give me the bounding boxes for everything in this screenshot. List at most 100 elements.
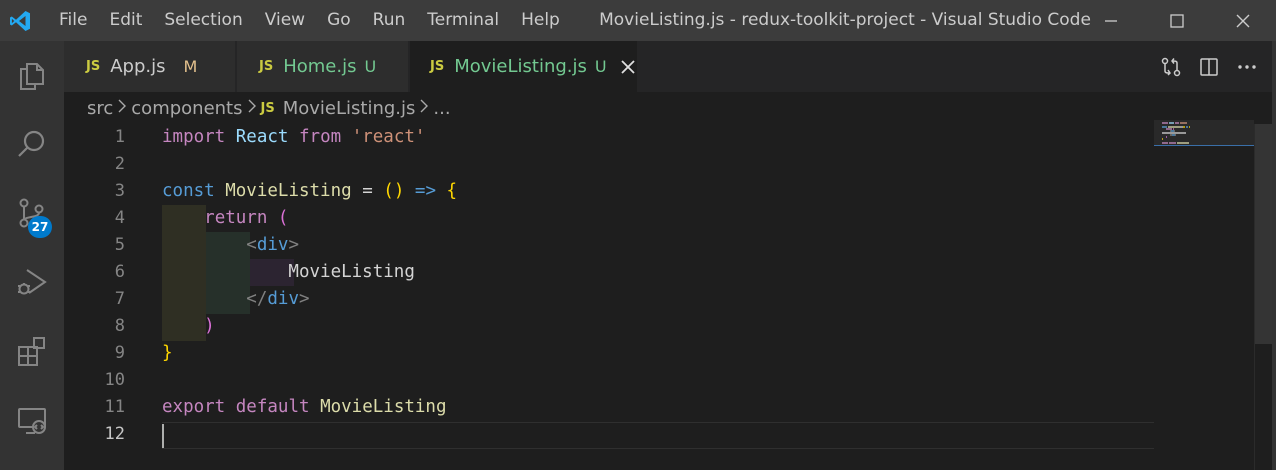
more-actions-icon[interactable]	[1228, 48, 1266, 86]
menu-item-view[interactable]: View	[254, 0, 316, 41]
code-line[interactable]: 3 const MovieListing = () => {	[64, 178, 1154, 205]
tab-status-modified: M	[183, 57, 198, 76]
line-number: 6	[114, 262, 125, 282]
open-changes-icon[interactable]	[1152, 48, 1190, 86]
code-editor[interactable]: 1 import React from 'react' 2 3 const MovieL…	[64, 124, 1254, 470]
minimap-slider[interactable]	[1154, 120, 1254, 146]
line-number: 8	[114, 316, 125, 336]
run-debug-icon[interactable]	[0, 252, 64, 312]
code-text: }	[162, 340, 173, 367]
breadcrumb-item-components[interactable]: components	[131, 98, 242, 119]
code-token: React	[235, 127, 289, 147]
maximize-icon[interactable]	[1144, 0, 1210, 41]
breadcrumb-item-symbols[interactable]: ...	[433, 98, 450, 119]
tab-status-untracked: U	[594, 57, 607, 76]
tab-home-js[interactable]: JS Home.js U	[237, 41, 409, 92]
code-token: return	[204, 208, 268, 228]
code-token: MovieListing	[225, 181, 352, 201]
menu-item-run[interactable]: Run	[362, 0, 417, 41]
line-number: 12	[104, 424, 125, 444]
window-controls	[1078, 0, 1276, 41]
line-number: 3	[114, 181, 125, 201]
menu-item-go[interactable]: Go	[316, 0, 362, 41]
code-line[interactable]: 8 )	[64, 313, 1154, 340]
code-line[interactable]: 2	[64, 151, 1154, 178]
menu-item-file[interactable]: File	[48, 0, 98, 41]
source-control-badge: 27	[28, 216, 52, 238]
search-icon[interactable]	[0, 114, 64, 174]
close-tab-icon[interactable]	[619, 58, 637, 76]
minimize-icon[interactable]	[1078, 0, 1144, 41]
vertical-scrollbar[interactable]	[1254, 124, 1272, 470]
chevron-right-icon	[247, 98, 257, 118]
explorer-icon[interactable]	[0, 45, 64, 105]
line-number: 7	[114, 289, 125, 309]
code-token: {	[446, 181, 458, 201]
code-token: =>	[414, 181, 436, 201]
code-token: ()	[383, 181, 405, 201]
code-text: export default MovieListing	[162, 394, 447, 421]
close-icon[interactable]	[1210, 0, 1276, 41]
code-token: (	[277, 208, 289, 228]
tab-movielisting-js[interactable]: JS MovieListing.js U	[410, 41, 638, 92]
menu-item-selection[interactable]: Selection	[153, 0, 253, 41]
code-token: >	[298, 289, 310, 309]
split-editor-icon[interactable]	[1190, 48, 1228, 86]
minimap[interactable]	[1154, 92, 1254, 470]
menu-item-terminal[interactable]: Terminal	[416, 0, 510, 41]
scrollbar-thumb[interactable]	[1255, 124, 1272, 344]
code-line[interactable]: 11 export default MovieListing	[64, 394, 1154, 421]
activity-bar: 27	[0, 41, 64, 470]
code-line[interactable]: 5 <div>	[64, 232, 1154, 259]
code-line[interactable]: 6 MovieListing	[64, 259, 1154, 286]
code-line[interactable]: 9}	[64, 340, 1154, 367]
chevron-right-icon	[117, 98, 127, 118]
tab-label: MovieListing.js	[454, 56, 587, 77]
code-line[interactable]: 1 import React from 'react'	[64, 124, 1154, 151]
code-line[interactable]: 4 return (	[64, 205, 1154, 232]
chevron-right-icon	[419, 98, 429, 118]
tab-status-untracked: U	[364, 57, 377, 76]
code-text: )	[162, 313, 215, 340]
js-file-icon: JS	[86, 59, 101, 74]
title-bar: File Edit Selection View Go Run Terminal Help M…	[0, 0, 1276, 41]
tab-app-js[interactable]: JS App.js M	[64, 41, 236, 92]
menu-item-edit[interactable]: Edit	[98, 0, 153, 41]
line-number: 5	[114, 235, 125, 255]
line-number: 10	[104, 370, 125, 390]
editor-actions	[1152, 41, 1266, 92]
code-token: </	[246, 289, 268, 309]
code-text: const MovieListing = () => {	[162, 178, 457, 205]
code-token: div	[267, 289, 299, 309]
source-control-icon[interactable]: 27	[0, 183, 64, 243]
vscode-logo-icon[interactable]	[0, 0, 40, 41]
code-line[interactable]: 10	[64, 367, 1154, 394]
code-line[interactable]: 12	[64, 421, 1154, 448]
line-number: 2	[114, 154, 125, 174]
line-number: 11	[104, 397, 125, 417]
code-token: from	[299, 127, 342, 147]
code-token: 'react'	[351, 127, 426, 147]
js-file-icon: JS	[260, 100, 275, 116]
code-token: >	[288, 235, 299, 255]
menu-bar: File Edit Selection View Go Run Terminal Help	[48, 0, 571, 41]
code-text: import React from 'react'	[162, 124, 425, 151]
extensions-icon[interactable]	[0, 321, 64, 381]
breadcrumb-item-file[interactable]: MovieListing.js	[283, 98, 416, 119]
code-text: <div>	[162, 232, 299, 259]
code-text: </div>	[162, 286, 310, 313]
code-line[interactable]: 7 </div>	[64, 286, 1154, 313]
remote-explorer-icon[interactable]	[0, 390, 64, 450]
breadcrumb-item-src[interactable]: src	[87, 98, 113, 119]
window-border	[1272, 41, 1276, 470]
